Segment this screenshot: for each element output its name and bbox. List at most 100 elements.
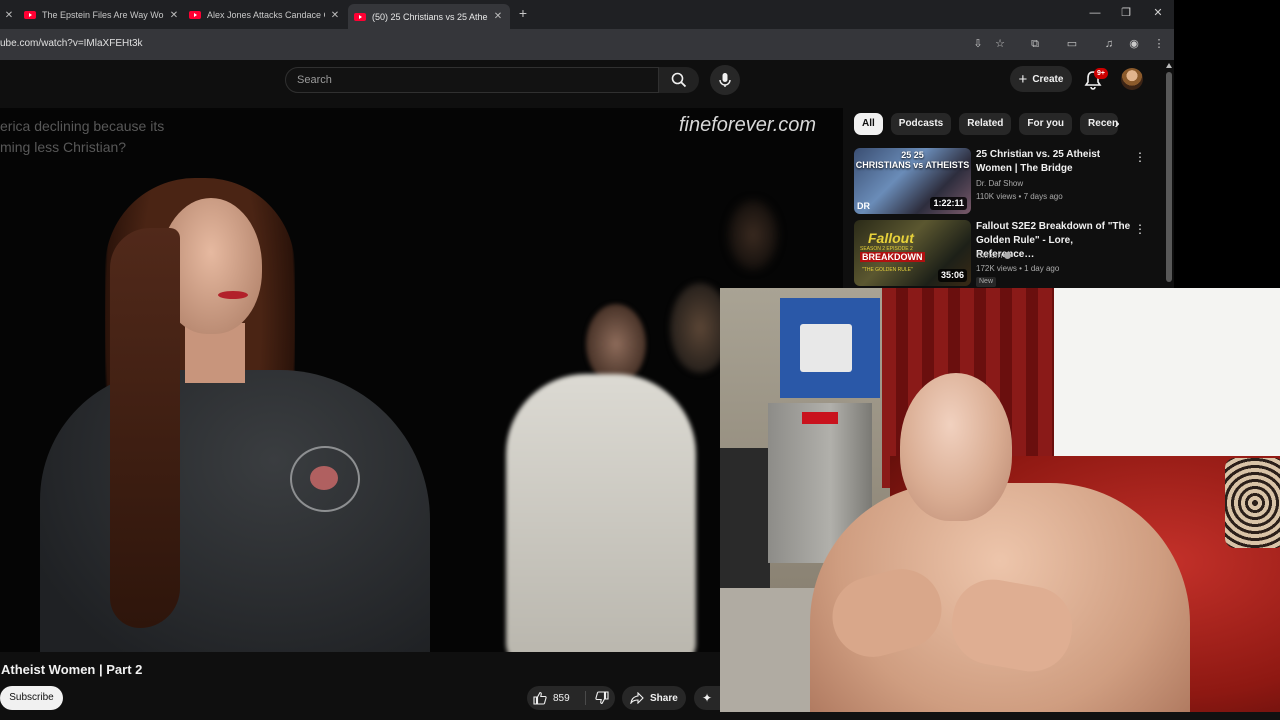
install-icon[interactable]: ⇩ (970, 36, 986, 52)
video-info: Atheist Women | Part 2 Subscribe 859 Sha… (0, 652, 720, 720)
sparkle-ask-button[interactable]: ✦ (694, 686, 720, 710)
url-field[interactable]: ube.com/watch?v=IMlaXFEHt3k (0, 38, 143, 49)
webcam-pillow (1225, 458, 1280, 548)
video-thumbnail[interactable]: 25 25 CHRISTIANS vs ATHEISTS DR 1:22:11 (854, 148, 971, 214)
share-label: Share (650, 692, 678, 704)
tab-title: Alex Jones Attacks Candace Owens (207, 10, 325, 20)
new-tab-button[interactable]: + (515, 5, 531, 23)
like-count: 859 (553, 692, 570, 704)
sparkle-icon: ✦ (701, 691, 713, 705)
chip-podcasts[interactable]: Podcasts (890, 113, 952, 135)
minimize-icon[interactable]: — (1087, 5, 1103, 21)
chip-related[interactable]: Related (959, 113, 1012, 135)
chip-all[interactable]: All (854, 113, 883, 135)
video-title[interactable]: 25 Christian vs. 25 Atheist Women | The … (976, 148, 1131, 176)
youtube-header: Search + Create 9+ (0, 60, 1164, 108)
channel-name[interactable]: Oxhorn (976, 251, 1012, 260)
search-input[interactable]: Search (285, 67, 659, 93)
more-options-icon[interactable]: ⋮ (1134, 222, 1146, 236)
thumbs-down-icon (595, 691, 609, 705)
background-person (728, 200, 778, 270)
close-tab-icon[interactable]: ✕ (492, 11, 504, 22)
recommended-video[interactable]: 25 25 CHRISTIANS vs ATHEISTS DR 1:22:11 … (854, 148, 1154, 216)
video-thumbnail[interactable]: Fallout SEASON 2 EPISODE 2 BREAKDOWN "TH… (854, 220, 971, 286)
caption-line-1: erica declining because its (0, 118, 165, 134)
thumbnail-text: 25 25 CHRISTIANS vs ATHEISTS (855, 150, 970, 170)
share-icon (630, 692, 644, 704)
create-button[interactable]: + Create (1010, 66, 1072, 92)
video-duration: 35:06 (937, 269, 967, 282)
account-avatar[interactable] (1121, 68, 1143, 90)
like-divider (585, 691, 586, 705)
video-player[interactable]: erica declining because its ming less Ch… (0, 108, 843, 652)
woman-lips (218, 291, 248, 299)
share-button[interactable]: Share (622, 686, 686, 710)
youtube-favicon-icon (189, 11, 201, 19)
caption-line-2: ming less Christian? (0, 139, 127, 155)
new-badge: New (976, 277, 997, 287)
restore-icon[interactable]: ❐ (1118, 5, 1134, 21)
shirt-logo (290, 446, 360, 512)
video-duration: 1:22:11 (930, 197, 967, 210)
scrollbar-thumb[interactable] (1166, 72, 1172, 282)
close-tab-icon[interactable]: ✕ (329, 10, 341, 21)
media-icon[interactable]: ♫ (1101, 36, 1117, 52)
desktop-background (1174, 0, 1280, 288)
tab-title: The Epstein Files Are Way Worse (42, 10, 164, 20)
like-button[interactable]: 859 (527, 686, 582, 710)
woman-shirt (40, 370, 430, 652)
thumbnail-text: Fallout (868, 230, 914, 246)
scroll-up-arrow-icon[interactable] (1166, 63, 1172, 68)
split-view-icon[interactable]: ▭ (1064, 36, 1080, 52)
recommendations-panel: All Podcasts Related For you Recen › 25 … (843, 108, 1164, 288)
page-scrollbar[interactable] (1164, 60, 1174, 288)
video-meta: 110K views • 7 days ago (976, 192, 1063, 201)
like-dislike-group: 859 (527, 686, 615, 710)
menu-icon[interactable]: ⋮ (1151, 36, 1167, 52)
background-person (476, 304, 696, 652)
star-icon[interactable]: ☆ (992, 36, 1008, 52)
browser-tab-2[interactable]: The Epstein Files Are Way Worse ✕ (24, 4, 180, 26)
video-meta: 172K views • 1 day ago (976, 264, 1060, 273)
close-tab-icon[interactable]: ✕ (168, 10, 180, 21)
webcam-person (792, 373, 1212, 720)
search-button[interactable] (659, 67, 699, 93)
chevron-right-icon[interactable]: › (1108, 115, 1126, 133)
chip-for-you[interactable]: For you (1019, 113, 1073, 135)
webcam-overlay (720, 288, 1280, 720)
thumbs-up-icon (533, 691, 547, 705)
video-caption: erica declining because its ming less Ch… (0, 116, 164, 158)
profile-icon[interactable]: ◉ (1126, 36, 1142, 52)
dislike-button[interactable] (589, 686, 615, 710)
search-placeholder: Search (297, 74, 332, 86)
close-window-icon[interactable]: ✕ (1150, 5, 1166, 21)
youtube-favicon-icon (24, 11, 36, 19)
browser-tab-active[interactable]: (50) 25 Christians vs 25 Atheist ✕ (348, 4, 510, 29)
extensions-icon[interactable]: ⧉ (1027, 36, 1043, 52)
verified-check-icon (1004, 252, 1012, 259)
search-icon (671, 72, 687, 88)
thumbnail-text: "THE GOLDEN RULE" (862, 267, 913, 273)
video-watermark: fineforever.com (679, 114, 817, 136)
browser-tab-1[interactable]: ✕ (0, 4, 14, 26)
subscribe-button[interactable]: Subscribe (0, 686, 63, 710)
browser-tab-3[interactable]: Alex Jones Attacks Candace Owens ✕ (189, 4, 341, 26)
close-tab-icon[interactable]: ✕ (4, 10, 14, 21)
woman-hair-front (110, 228, 180, 628)
voice-search-button[interactable] (710, 65, 740, 95)
notification-badge: 9+ (1094, 68, 1108, 79)
microphone-icon (719, 73, 731, 87)
thumbnail-logo: DR (857, 201, 870, 211)
recommended-video[interactable]: Fallout SEASON 2 EPISODE 2 BREAKDOWN "TH… (854, 220, 1154, 288)
webcam-bottom-bar (720, 712, 1280, 720)
filter-chips: All Podcasts Related For you Recen (854, 113, 1119, 135)
thumbnail-text: BREAKDOWN (860, 252, 925, 262)
youtube-favicon-icon (354, 12, 366, 21)
create-label: Create (1032, 73, 1064, 85)
address-bar: ube.com/watch?v=IMlaXFEHt3k ⇩ ☆ ⧉ ▭ ♫ ◉ … (0, 29, 1174, 60)
channel-name[interactable]: Dr. Daf Show (976, 179, 1023, 188)
browser-tab-bar: ✕ The Epstein Files Are Way Worse ✕ Alex… (0, 0, 1174, 29)
video-title: Atheist Women | Part 2 (1, 662, 143, 677)
more-options-icon[interactable]: ⋮ (1134, 150, 1146, 164)
plus-icon: + (1018, 70, 1028, 88)
